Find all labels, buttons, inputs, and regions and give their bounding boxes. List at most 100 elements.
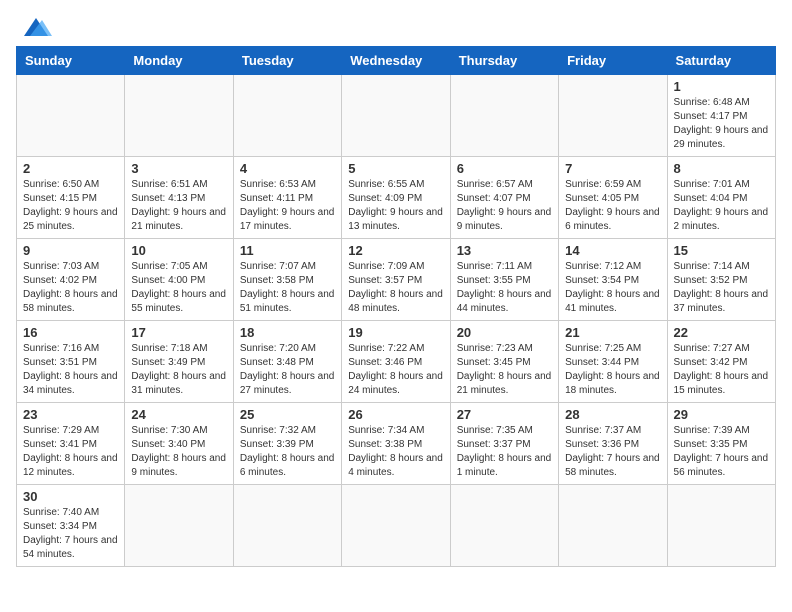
day-info: Sunrise: 6:53 AM Sunset: 4:11 PM Dayligh…: [240, 178, 335, 234]
logo-icon: [20, 16, 52, 38]
calendar-cell: [559, 485, 667, 567]
calendar-cell: 2Sunrise: 6:50 AM Sunset: 4:15 PM Daylig…: [17, 157, 125, 239]
calendar-cell: 23 Sunrise: 7:29 AM Sunset: 3:41 PM Dayli…: [17, 403, 125, 485]
calendar-cell: 20 Sunrise: 7:23 AM Sunset: 3:45 PM Dayli…: [450, 321, 558, 403]
calendar-cell: 30Sunrise: 7:40 AM Sunset: 3:34 PM Dayli…: [17, 485, 125, 567]
day-number: 13: [457, 243, 552, 258]
day-info: Sunrise: 7:40 AM Sunset: 3:34 PM Dayligh…: [23, 506, 118, 562]
calendar-cell: [125, 485, 233, 567]
calendar-cell: 27Sunrise: 7:35 AM Sunset: 3:37 PM Dayli…: [450, 403, 558, 485]
day-number: 23: [23, 407, 118, 422]
day-info: Sunrise: 7:39 AM Sunset: 3:35 PM Dayligh…: [674, 424, 769, 480]
day-number: 8: [674, 161, 769, 176]
calendar-cell: 5Sunrise: 6:55 AM Sunset: 4:09 PM Daylig…: [342, 157, 450, 239]
day-number: 27: [457, 407, 552, 422]
calendar-week-row: 23 Sunrise: 7:29 AM Sunset: 3:41 PM Dayli…: [17, 403, 776, 485]
day-info: Sunrise: 7:34 AM Sunset: 3:38 PM Dayligh…: [348, 424, 443, 480]
calendar-table: SundayMondayTuesdayWednesdayThursdayFrid…: [16, 46, 776, 567]
day-number: 19: [348, 325, 443, 340]
calendar-cell: 10Sunrise: 7:05 AM Sunset: 4:00 PM Dayli…: [125, 239, 233, 321]
calendar-cell: 17 Sunrise: 7:18 AM Sunset: 3:49 PM Dayli…: [125, 321, 233, 403]
day-number: 25: [240, 407, 335, 422]
calendar-week-row: 16Sunrise: 7:16 AM Sunset: 3:51 PM Dayli…: [17, 321, 776, 403]
col-header-friday: Friday: [559, 47, 667, 75]
calendar-cell: 14 Sunrise: 7:12 AM Sunset: 3:54 PM Dayli…: [559, 239, 667, 321]
calendar-cell: [233, 485, 341, 567]
day-info: Sunrise: 7:27 AM Sunset: 3:42 PM Dayligh…: [674, 342, 769, 398]
logo-area: [16, 16, 52, 38]
day-info: Sunrise: 7:30 AM Sunset: 3:40 PM Dayligh…: [131, 424, 226, 480]
day-number: 26: [348, 407, 443, 422]
calendar-week-row: 9 Sunrise: 7:03 AM Sunset: 4:02 PM Daylig…: [17, 239, 776, 321]
day-info: Sunrise: 7:14 AM Sunset: 3:52 PM Dayligh…: [674, 260, 769, 316]
day-info: Sunrise: 7:32 AM Sunset: 3:39 PM Dayligh…: [240, 424, 335, 480]
day-info: Sunrise: 7:37 AM Sunset: 3:36 PM Dayligh…: [565, 424, 660, 480]
day-info: Sunrise: 6:48 AM Sunset: 4:17 PM Dayligh…: [674, 96, 769, 152]
day-info: Sunrise: 6:57 AM Sunset: 4:07 PM Dayligh…: [457, 178, 552, 234]
day-info: Sunrise: 7:22 AM Sunset: 3:46 PM Dayligh…: [348, 342, 443, 398]
day-info: Sunrise: 7:05 AM Sunset: 4:00 PM Dayligh…: [131, 260, 226, 316]
day-number: 20: [457, 325, 552, 340]
calendar-week-row: 2Sunrise: 6:50 AM Sunset: 4:15 PM Daylig…: [17, 157, 776, 239]
calendar-cell: 11 Sunrise: 7:07 AM Sunset: 3:58 PM Dayli…: [233, 239, 341, 321]
day-number: 9: [23, 243, 118, 258]
day-number: 22: [674, 325, 769, 340]
day-number: 4: [240, 161, 335, 176]
day-info: Sunrise: 7:12 AM Sunset: 3:54 PM Dayligh…: [565, 260, 660, 316]
col-header-thursday: Thursday: [450, 47, 558, 75]
day-info: Sunrise: 7:23 AM Sunset: 3:45 PM Dayligh…: [457, 342, 552, 398]
col-header-sunday: Sunday: [17, 47, 125, 75]
calendar-week-row: 1 Sunrise: 6:48 AM Sunset: 4:17 PM Daylig…: [17, 75, 776, 157]
day-number: 24: [131, 407, 226, 422]
calendar-cell: 12 Sunrise: 7:09 AM Sunset: 3:57 PM Dayli…: [342, 239, 450, 321]
calendar-cell: 24 Sunrise: 7:30 AM Sunset: 3:40 PM Dayli…: [125, 403, 233, 485]
calendar-cell: 9 Sunrise: 7:03 AM Sunset: 4:02 PM Daylig…: [17, 239, 125, 321]
day-info: Sunrise: 7:11 AM Sunset: 3:55 PM Dayligh…: [457, 260, 552, 316]
calendar-cell: 22 Sunrise: 7:27 AM Sunset: 3:42 PM Dayli…: [667, 321, 775, 403]
day-number: 14: [565, 243, 660, 258]
calendar-cell: 19 Sunrise: 7:22 AM Sunset: 3:46 PM Dayli…: [342, 321, 450, 403]
calendar-cell: 29 Sunrise: 7:39 AM Sunset: 3:35 PM Dayli…: [667, 403, 775, 485]
calendar-cell: 18 Sunrise: 7:20 AM Sunset: 3:48 PM Dayli…: [233, 321, 341, 403]
calendar-cell: [559, 75, 667, 157]
col-header-tuesday: Tuesday: [233, 47, 341, 75]
day-info: Sunrise: 6:50 AM Sunset: 4:15 PM Dayligh…: [23, 178, 118, 234]
day-number: 1: [674, 79, 769, 94]
day-number: 21: [565, 325, 660, 340]
col-header-saturday: Saturday: [667, 47, 775, 75]
day-info: Sunrise: 7:07 AM Sunset: 3:58 PM Dayligh…: [240, 260, 335, 316]
calendar-cell: [342, 485, 450, 567]
calendar-cell: 8 Sunrise: 7:01 AM Sunset: 4:04 PM Daylig…: [667, 157, 775, 239]
day-info: Sunrise: 6:59 AM Sunset: 4:05 PM Dayligh…: [565, 178, 660, 234]
calendar-cell: 26 Sunrise: 7:34 AM Sunset: 3:38 PM Dayli…: [342, 403, 450, 485]
calendar-cell: [233, 75, 341, 157]
calendar-cell: 16Sunrise: 7:16 AM Sunset: 3:51 PM Dayli…: [17, 321, 125, 403]
day-info: Sunrise: 7:20 AM Sunset: 3:48 PM Dayligh…: [240, 342, 335, 398]
calendar-cell: [125, 75, 233, 157]
calendar-cell: 21 Sunrise: 7:25 AM Sunset: 3:44 PM Dayli…: [559, 321, 667, 403]
calendar-cell: 7Sunrise: 6:59 AM Sunset: 4:05 PM Daylig…: [559, 157, 667, 239]
day-info: Sunrise: 7:01 AM Sunset: 4:04 PM Dayligh…: [674, 178, 769, 234]
calendar-cell: [17, 75, 125, 157]
calendar-cell: 15Sunrise: 7:14 AM Sunset: 3:52 PM Dayli…: [667, 239, 775, 321]
calendar-cell: 25 Sunrise: 7:32 AM Sunset: 3:39 PM Dayli…: [233, 403, 341, 485]
day-number: 18: [240, 325, 335, 340]
day-number: 12: [348, 243, 443, 258]
calendar-header-row: SundayMondayTuesdayWednesdayThursdayFrid…: [17, 47, 776, 75]
col-header-wednesday: Wednesday: [342, 47, 450, 75]
calendar-cell: [450, 75, 558, 157]
day-info: Sunrise: 6:51 AM Sunset: 4:13 PM Dayligh…: [131, 178, 226, 234]
day-number: 29: [674, 407, 769, 422]
day-number: 17: [131, 325, 226, 340]
day-number: 16: [23, 325, 118, 340]
day-info: Sunrise: 7:09 AM Sunset: 3:57 PM Dayligh…: [348, 260, 443, 316]
day-number: 6: [457, 161, 552, 176]
day-number: 11: [240, 243, 335, 258]
page-header: [16, 16, 776, 38]
day-info: Sunrise: 7:25 AM Sunset: 3:44 PM Dayligh…: [565, 342, 660, 398]
calendar-cell: 13 Sunrise: 7:11 AM Sunset: 3:55 PM Dayli…: [450, 239, 558, 321]
day-info: Sunrise: 7:03 AM Sunset: 4:02 PM Dayligh…: [23, 260, 118, 316]
day-info: Sunrise: 7:29 AM Sunset: 3:41 PM Dayligh…: [23, 424, 118, 480]
day-info: Sunrise: 7:18 AM Sunset: 3:49 PM Dayligh…: [131, 342, 226, 398]
calendar-week-row: 30Sunrise: 7:40 AM Sunset: 3:34 PM Dayli…: [17, 485, 776, 567]
